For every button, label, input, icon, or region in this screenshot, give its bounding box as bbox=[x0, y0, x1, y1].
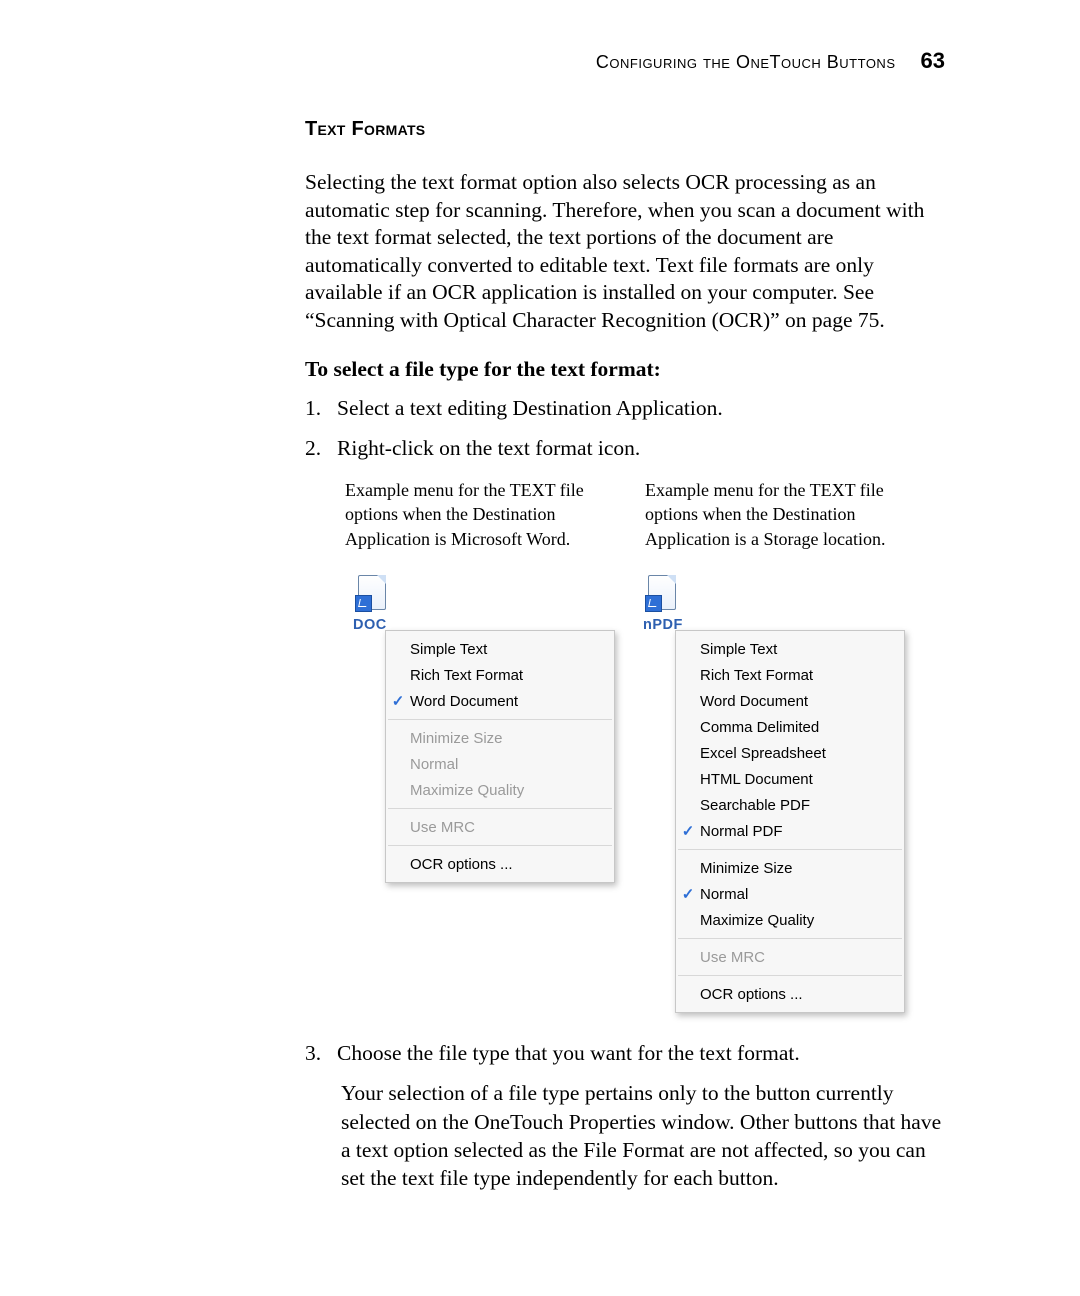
menu-item-rich-text[interactable]: Rich Text Format bbox=[386, 662, 614, 688]
menu-item-rich-text[interactable]: Rich Text Format bbox=[676, 662, 904, 688]
running-head-text: Configuring the OneTouch Buttons bbox=[596, 52, 896, 72]
menu-item-simple-text[interactable]: Simple Text bbox=[676, 636, 904, 662]
menu-item-word-doc[interactable]: Word Document bbox=[676, 688, 904, 714]
instruction-title: To select a file type for the text forma… bbox=[305, 356, 945, 384]
running-header: Configuring the OneTouch Buttons 63 bbox=[0, 48, 945, 74]
menu-item-simple-text[interactable]: Simple Text bbox=[386, 636, 614, 662]
menu-item-minimize-size[interactable]: Minimize Size bbox=[676, 855, 904, 881]
step-1-text: Select a text editing Destination Applic… bbox=[337, 392, 945, 424]
step-1-number: 1. bbox=[305, 392, 337, 424]
check-icon: ✓ bbox=[386, 692, 410, 710]
menu-item-comma-delimited[interactable]: Comma Delimited bbox=[676, 714, 904, 740]
menu-item-normal[interactable]: ✓ Normal bbox=[676, 881, 904, 907]
menu-item-ocr-options[interactable]: OCR options ... bbox=[386, 851, 614, 877]
menu-item-excel[interactable]: Excel Spreadsheet bbox=[676, 740, 904, 766]
step-2: 2. Right-click on the text format icon. bbox=[305, 432, 945, 464]
menu-item-minimize-size: Minimize Size bbox=[386, 725, 614, 751]
menu-block-left: DOC Simple Text Rich Text Format ✓ bbox=[349, 575, 609, 883]
step-3-text: Choose the file type that you want for t… bbox=[337, 1037, 945, 1069]
menu-item-normal-pdf[interactable]: ✓ Normal PDF bbox=[676, 818, 904, 844]
ordered-steps: 1. Select a text editing Destination App… bbox=[305, 392, 945, 465]
step-2-text: Right-click on the text format icon. bbox=[337, 432, 945, 464]
menu-item-ocr-options[interactable]: OCR options ... bbox=[676, 981, 904, 1007]
step-3: 3. Choose the file type that you want fo… bbox=[305, 1037, 945, 1069]
step-3-number: 3. bbox=[305, 1037, 337, 1069]
file-type-icon[interactable] bbox=[645, 575, 681, 615]
caption-left: Example menu for the TEXT file options w… bbox=[345, 478, 613, 551]
page-number: 63 bbox=[921, 48, 945, 73]
step-1: 1. Select a text editing Destination App… bbox=[305, 392, 945, 424]
menu-item-use-mrc: Use MRC bbox=[676, 944, 904, 970]
caption-right: Example menu for the TEXT file options w… bbox=[645, 478, 913, 551]
menu-item-html[interactable]: HTML Document bbox=[676, 766, 904, 792]
section-heading: Text Formats bbox=[305, 118, 945, 141]
ordered-steps-continued: 3. Choose the file type that you want fo… bbox=[305, 1037, 945, 1193]
menu-item-maximize-quality: Maximize Quality bbox=[386, 777, 614, 803]
menu-item-use-mrc: Use MRC bbox=[386, 814, 614, 840]
check-icon: ✓ bbox=[676, 822, 700, 840]
context-menu-left: Simple Text Rich Text Format ✓ Word Docu… bbox=[385, 630, 615, 883]
file-type-icon[interactable] bbox=[355, 575, 391, 615]
check-icon: ✓ bbox=[676, 885, 700, 903]
menu-item-searchable-pdf[interactable]: Searchable PDF bbox=[676, 792, 904, 818]
menu-item-normal: Normal bbox=[386, 751, 614, 777]
menu-item-word-doc[interactable]: ✓ Word Document bbox=[386, 688, 614, 714]
menu-block-right: nPDF Simple Text Rich Text Format bbox=[639, 575, 899, 1013]
intro-paragraph: Selecting the text format option also se… bbox=[305, 169, 945, 334]
step-3-followup: Your selection of a file type pertains o… bbox=[341, 1079, 945, 1193]
step-2-number: 2. bbox=[305, 432, 337, 464]
context-menu-right: Simple Text Rich Text Format Word Docume… bbox=[675, 630, 905, 1013]
menu-item-maximize-quality[interactable]: Maximize Quality bbox=[676, 907, 904, 933]
